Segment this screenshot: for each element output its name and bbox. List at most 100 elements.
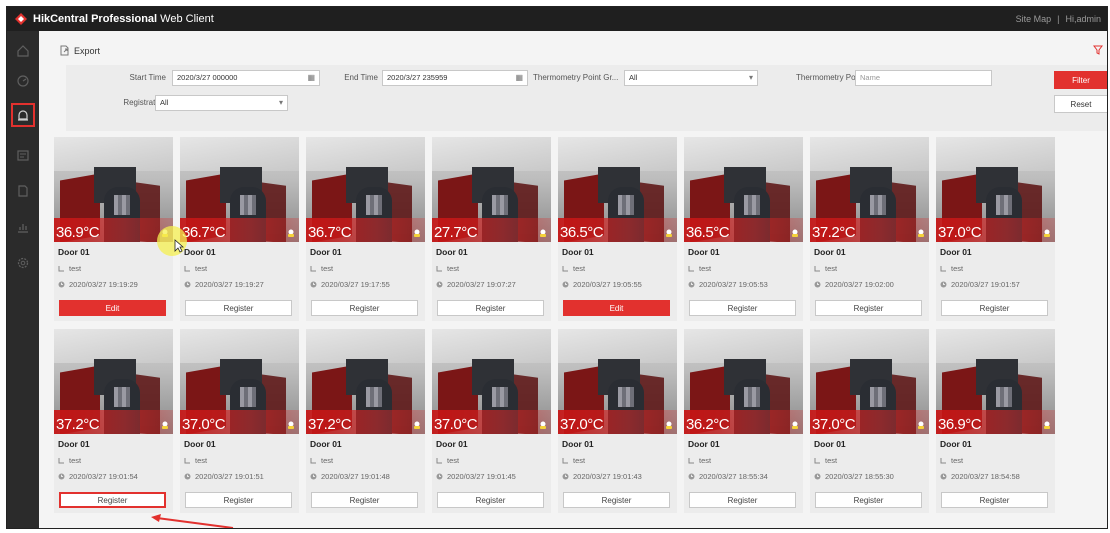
door-name: Door 01 xyxy=(436,247,468,257)
register-button[interactable]: Register xyxy=(815,492,922,508)
capture-photo[interactable]: 37.2°C xyxy=(54,329,173,434)
capture-card[interactable]: 36.5°C Door 01 test 2020/03/27 19:05:55 Edit xyxy=(558,137,677,321)
capture-photo[interactable]: 37.2°C xyxy=(306,329,425,434)
temperature-value: 37.2°C xyxy=(812,224,856,241)
capture-card[interactable]: 37.2°C Door 01 test 2020/03/27 19:02:00 Regi… xyxy=(810,137,929,321)
register-button[interactable]: Register xyxy=(815,300,922,316)
capture-photo[interactable]: 37.0°C xyxy=(936,137,1055,242)
sidebar-home-button[interactable] xyxy=(11,39,35,63)
photo-ceiling xyxy=(936,329,1055,363)
capture-card[interactable]: 36.5°C Door 01 test 2020/03/27 19:05:53 Regi… xyxy=(684,137,803,321)
edit-button[interactable]: Edit xyxy=(59,300,166,316)
capture-photo[interactable]: 36.9°C xyxy=(936,329,1055,434)
photo-ceiling xyxy=(432,329,551,363)
capture-card[interactable]: 36.7°C Door 01 test 2020/03/27 19:19:27 Regi… xyxy=(180,137,299,321)
thermometry-group-select[interactable]: All ▾ xyxy=(624,70,758,86)
register-button[interactable]: Register xyxy=(437,492,544,508)
capture-photo[interactable]: 37.2°C xyxy=(810,137,929,242)
capture-photo[interactable]: 36.5°C xyxy=(684,137,803,242)
sidebar-dashboard-button[interactable] xyxy=(11,69,35,93)
register-button[interactable]: Register xyxy=(185,300,292,316)
card-time: 2020/03/27 19:01:45 xyxy=(436,472,516,481)
capture-card[interactable]: 37.0°C Door 01 test 2020/03/27 19:01:51 Regi… xyxy=(180,329,299,513)
capture-card[interactable]: 37.0°C Door 01 test 2020/03/27 19:01:57 Regi… xyxy=(936,137,1055,321)
capture-photo[interactable]: 36.9°C xyxy=(54,137,173,242)
capture-card[interactable]: 37.0°C Door 01 test 2020/03/27 19:01:45 Regi… xyxy=(432,329,551,513)
end-time-field[interactable]: 2020/3/27 235959 ▦ xyxy=(382,70,528,86)
sidebar-report-button[interactable] xyxy=(11,179,35,203)
register-button[interactable]: Register xyxy=(185,492,292,508)
thermometry-point-input[interactable]: Name xyxy=(855,70,992,86)
capture-time: 2020/03/27 19:19:29 xyxy=(69,280,138,289)
user-icon xyxy=(814,266,820,272)
capture-photo[interactable]: 37.0°C xyxy=(810,329,929,434)
start-time-label: Start Time xyxy=(129,73,166,82)
user-name: test xyxy=(699,264,712,273)
capture-photo[interactable]: 37.0°C xyxy=(558,329,677,434)
card-user: test xyxy=(688,456,711,465)
capture-photo[interactable]: 36.5°C xyxy=(558,137,677,242)
edit-button[interactable]: Edit xyxy=(563,300,670,316)
capture-card[interactable]: 36.9°C Door 01 test 2020/03/27 18:54:58 Regi… xyxy=(936,329,1055,513)
register-button[interactable]: Register xyxy=(311,492,418,508)
door-name: Door 01 xyxy=(310,247,342,257)
sidebar-settings-button[interactable] xyxy=(11,251,35,275)
capture-card[interactable]: 37.0°C Door 01 test 2020/03/27 18:55:30 Regi… xyxy=(810,329,929,513)
register-button[interactable]: Register xyxy=(59,492,166,508)
user-menu[interactable]: Hi,admin xyxy=(1065,14,1101,24)
capture-card[interactable]: 37.0°C Door 01 test 2020/03/27 19:01:43 Regi… xyxy=(558,329,677,513)
user-icon xyxy=(184,458,190,464)
capture-card[interactable]: 36.2°C Door 01 test 2020/03/27 18:55:34 Regi… xyxy=(684,329,803,513)
register-button[interactable]: Register xyxy=(311,300,418,316)
capture-photo[interactable]: 36.2°C xyxy=(684,329,803,434)
capture-time: 2020/03/27 19:02:00 xyxy=(825,280,894,289)
sidebar-chart-button[interactable] xyxy=(11,215,35,239)
capture-card[interactable]: 27.7°C Door 01 test 2020/03/27 19:07:27 Regi… xyxy=(432,137,551,321)
main-content: Export Start Time 2020/3/27 000000 ▦ End… xyxy=(39,31,1107,528)
card-time: 2020/03/27 18:55:30 xyxy=(814,472,894,481)
register-button[interactable]: Register xyxy=(437,300,544,316)
user-icon xyxy=(184,266,190,272)
register-button[interactable]: Register xyxy=(941,300,1048,316)
capture-card[interactable]: 37.2°C Door 01 test 2020/03/27 19:01:54 Regi… xyxy=(54,329,173,513)
pixelated-face xyxy=(870,387,886,407)
capture-card[interactable]: 37.2°C Door 01 test 2020/03/27 19:01:48 Regi… xyxy=(306,329,425,513)
capture-photo[interactable]: 36.7°C xyxy=(306,137,425,242)
register-button[interactable]: Register xyxy=(941,492,1048,508)
export-button[interactable]: Export xyxy=(59,45,100,56)
door-name: Door 01 xyxy=(814,439,846,449)
photo-ceiling xyxy=(810,329,929,363)
register-button[interactable]: Register xyxy=(689,492,796,508)
temperature-value: 36.7°C xyxy=(182,224,226,241)
sidebar-alarm-button[interactable] xyxy=(11,103,35,127)
capture-photo[interactable]: 27.7°C xyxy=(432,137,551,242)
sidebar-event-button[interactable] xyxy=(11,143,35,167)
temperature-value: 37.0°C xyxy=(560,416,604,433)
pixelated-face xyxy=(240,195,256,215)
door-name: Door 01 xyxy=(436,439,468,449)
temperature-value: 36.7°C xyxy=(308,224,352,241)
reset-button[interactable]: Reset xyxy=(1054,95,1107,113)
clock-icon xyxy=(814,473,821,480)
capture-card[interactable]: 36.7°C Door 01 test 2020/03/27 19:17:55 Regi… xyxy=(306,137,425,321)
capture-card[interactable]: 36.9°C Door 01 test 2020/03/27 19:19:29 Edit xyxy=(54,137,173,321)
register-button[interactable]: Register xyxy=(563,492,670,508)
capture-time: 2020/03/27 19:01:51 xyxy=(195,472,264,481)
pixelated-face xyxy=(492,387,508,407)
photo-ceiling xyxy=(684,137,803,171)
clock-icon xyxy=(310,473,317,480)
mask-icon xyxy=(538,420,548,430)
capture-photo[interactable]: 36.7°C xyxy=(180,137,299,242)
site-map-link[interactable]: Site Map xyxy=(1016,14,1052,24)
user-icon xyxy=(688,266,694,272)
alarm-icon xyxy=(18,110,28,121)
filter-funnel-icon[interactable] xyxy=(1093,45,1103,55)
start-time-field[interactable]: 2020/3/27 000000 ▦ xyxy=(172,70,320,86)
pixelated-face xyxy=(870,195,886,215)
filter-button[interactable]: Filter xyxy=(1054,71,1107,89)
capture-photo[interactable]: 37.0°C xyxy=(180,329,299,434)
registration-select[interactable]: All ▾ xyxy=(155,95,288,111)
capture-photo[interactable]: 37.0°C xyxy=(432,329,551,434)
register-button[interactable]: Register xyxy=(689,300,796,316)
capture-time: 2020/03/27 19:07:27 xyxy=(447,280,516,289)
